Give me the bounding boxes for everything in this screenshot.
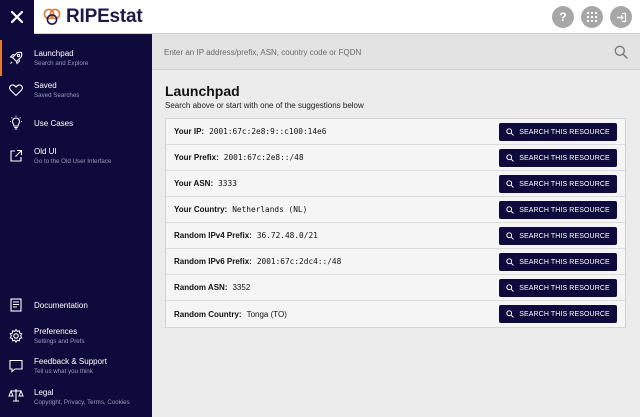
suggestion-row: Your Prefix: 2001:67c:2e8::/48 SEARCH THIS… bbox=[166, 145, 625, 171]
document-icon bbox=[10, 298, 22, 312]
sidebar-item-title: Launchpad bbox=[34, 49, 74, 58]
sidebar-item-subtitle: Tell us what you think bbox=[34, 368, 93, 375]
suggestion-value: 36.72.48.0/21 bbox=[256, 231, 318, 240]
suggestion-label: Random Country: bbox=[174, 309, 242, 319]
suggestion-value: 2001:67c:2dc4::/48 bbox=[256, 257, 342, 266]
suggestion-label: Random IPv4 Prefix: bbox=[174, 231, 252, 240]
search-this-resource-button[interactable]: SEARCH THIS RESOURCE bbox=[499, 149, 617, 167]
button-label: SEARCH THIS RESOURCE bbox=[519, 180, 610, 188]
grid-icon bbox=[587, 12, 597, 22]
login-button[interactable] bbox=[610, 6, 632, 28]
lightbulb-icon bbox=[10, 115, 22, 130]
suggestion-label: Your Prefix: bbox=[174, 153, 219, 162]
chat-icon bbox=[9, 359, 23, 373]
sidebar-item-title: Old UI bbox=[34, 147, 57, 156]
search-input[interactable] bbox=[164, 34, 604, 70]
search-icon bbox=[506, 128, 514, 136]
suggestion-value: 3352 bbox=[232, 283, 251, 292]
button-label: SEARCH THIS RESOURCE bbox=[519, 258, 610, 266]
sidebar-item-title: Feedback & Support bbox=[34, 357, 107, 366]
sidebar: Launchpad Search and Explore Saved Saved… bbox=[0, 34, 152, 417]
search-this-resource-button[interactable]: SEARCH THIS RESOURCE bbox=[499, 227, 617, 245]
suggestion-row: Your IP: 2001:67c:2e8:9::c100:14e6 SEARCH … bbox=[166, 119, 625, 145]
search-this-resource-button[interactable]: SEARCH THIS RESOURCE bbox=[499, 123, 617, 141]
button-label: SEARCH THIS RESOURCE bbox=[519, 310, 610, 318]
suggestion-row: Random ASN: 3352 SEARCH THIS RESOURCE bbox=[166, 275, 625, 301]
scale-icon bbox=[8, 389, 24, 402]
search-icon bbox=[506, 310, 514, 318]
suggestion-row: Your Country: Netherlands (NL) SEARCH THIS… bbox=[166, 197, 625, 223]
search-this-resource-button[interactable]: SEARCH THIS RESOURCE bbox=[499, 175, 617, 193]
apps-button[interactable] bbox=[581, 6, 603, 28]
suggestion-row: Random IPv6 Prefix: 2001:67c:2dc4::/48 SEA… bbox=[166, 249, 625, 275]
suggestion-value: Tonga (TO) bbox=[246, 309, 287, 319]
button-label: SEARCH THIS RESOURCE bbox=[519, 284, 610, 292]
ripe-logo-icon bbox=[43, 8, 61, 25]
search-icon bbox=[506, 284, 514, 292]
suggestion-row: Random Country: Tonga (TO) SEARCH THIS RES… bbox=[166, 301, 625, 327]
sidebar-item-title: Saved bbox=[34, 81, 57, 90]
search-this-resource-button[interactable]: SEARCH THIS RESOURCE bbox=[499, 279, 617, 297]
ripestat-logo[interactable]: RIPEstat bbox=[42, 5, 143, 29]
logo-text: RIPEstat bbox=[66, 6, 143, 27]
sidebar-item-subtitle: Go to the Old User Interface bbox=[34, 158, 112, 165]
close-menu-button[interactable] bbox=[0, 0, 34, 34]
button-label: SEARCH THIS RESOURCE bbox=[519, 154, 610, 162]
search-this-resource-button[interactable]: SEARCH THIS RESOURCE bbox=[499, 201, 617, 219]
search-icon bbox=[506, 232, 514, 240]
close-icon bbox=[10, 10, 24, 24]
sidebar-item-subtitle: Copyright, Privacy, Terms, Cookies bbox=[34, 399, 130, 406]
heart-icon bbox=[9, 84, 23, 97]
suggestions-table: Your IP: 2001:67c:2e8:9::c100:14e6 SEARCH … bbox=[165, 118, 626, 328]
external-link-icon bbox=[10, 149, 23, 162]
button-label: SEARCH THIS RESOURCE bbox=[519, 206, 610, 214]
top-bar: RIPEstat ? bbox=[0, 0, 640, 34]
suggestion-value: 3333 bbox=[218, 179, 237, 188]
search-icon bbox=[506, 180, 514, 188]
search-icon[interactable] bbox=[614, 45, 628, 59]
search-this-resource-button[interactable]: SEARCH THIS RESOURCE bbox=[499, 305, 617, 323]
suggestion-label: Your ASN: bbox=[174, 179, 214, 188]
suggestion-value: 2001:67c:2e8::/48 bbox=[223, 153, 304, 162]
sidebar-item-subtitle: Search and Explore bbox=[34, 60, 89, 67]
sidebar-item-title: Use Cases bbox=[34, 119, 74, 128]
login-icon bbox=[616, 12, 626, 22]
button-label: SEARCH THIS RESOURCE bbox=[519, 128, 610, 136]
sidebar-item-subtitle: Saved Searches bbox=[34, 92, 80, 99]
sidebar-item-title: Documentation bbox=[34, 301, 88, 310]
page-subtitle: Search above or start with one of the su… bbox=[165, 101, 364, 110]
suggestion-label: Your Country: bbox=[174, 205, 228, 214]
sidebar-item-subtitle: Settings and Prefs bbox=[34, 338, 85, 345]
suggestion-value: 2001:67c:2e8:9::c100:14e6 bbox=[209, 127, 327, 136]
search-icon bbox=[506, 154, 514, 162]
gear-icon bbox=[9, 328, 23, 344]
search-icon bbox=[506, 258, 514, 266]
sidebar-item-title: Preferences bbox=[34, 327, 78, 336]
sidebar-item-title: Legal bbox=[34, 388, 54, 397]
search-bar bbox=[152, 34, 640, 70]
help-icon: ? bbox=[559, 10, 567, 24]
search-icon bbox=[506, 206, 514, 214]
button-label: SEARCH THIS RESOURCE bbox=[519, 232, 610, 240]
rocket-icon bbox=[9, 51, 23, 65]
search-this-resource-button[interactable]: SEARCH THIS RESOURCE bbox=[499, 253, 617, 271]
top-icons: ? bbox=[552, 6, 632, 28]
page-title: Launchpad bbox=[165, 83, 240, 99]
suggestion-label: Your IP: bbox=[174, 127, 205, 136]
help-button[interactable]: ? bbox=[552, 6, 574, 28]
main-content: Launchpad Search above or start with one… bbox=[152, 70, 640, 417]
suggestion-label: Random ASN: bbox=[174, 283, 228, 292]
suggestion-value: Netherlands (NL) bbox=[232, 205, 308, 214]
suggestion-label: Random IPv6 Prefix: bbox=[174, 257, 252, 266]
suggestion-row: Random IPv4 Prefix: 36.72.48.0/21 SEARCH T… bbox=[166, 223, 625, 249]
suggestion-row: Your ASN: 3333 SEARCH THIS RESOURCE bbox=[166, 171, 625, 197]
